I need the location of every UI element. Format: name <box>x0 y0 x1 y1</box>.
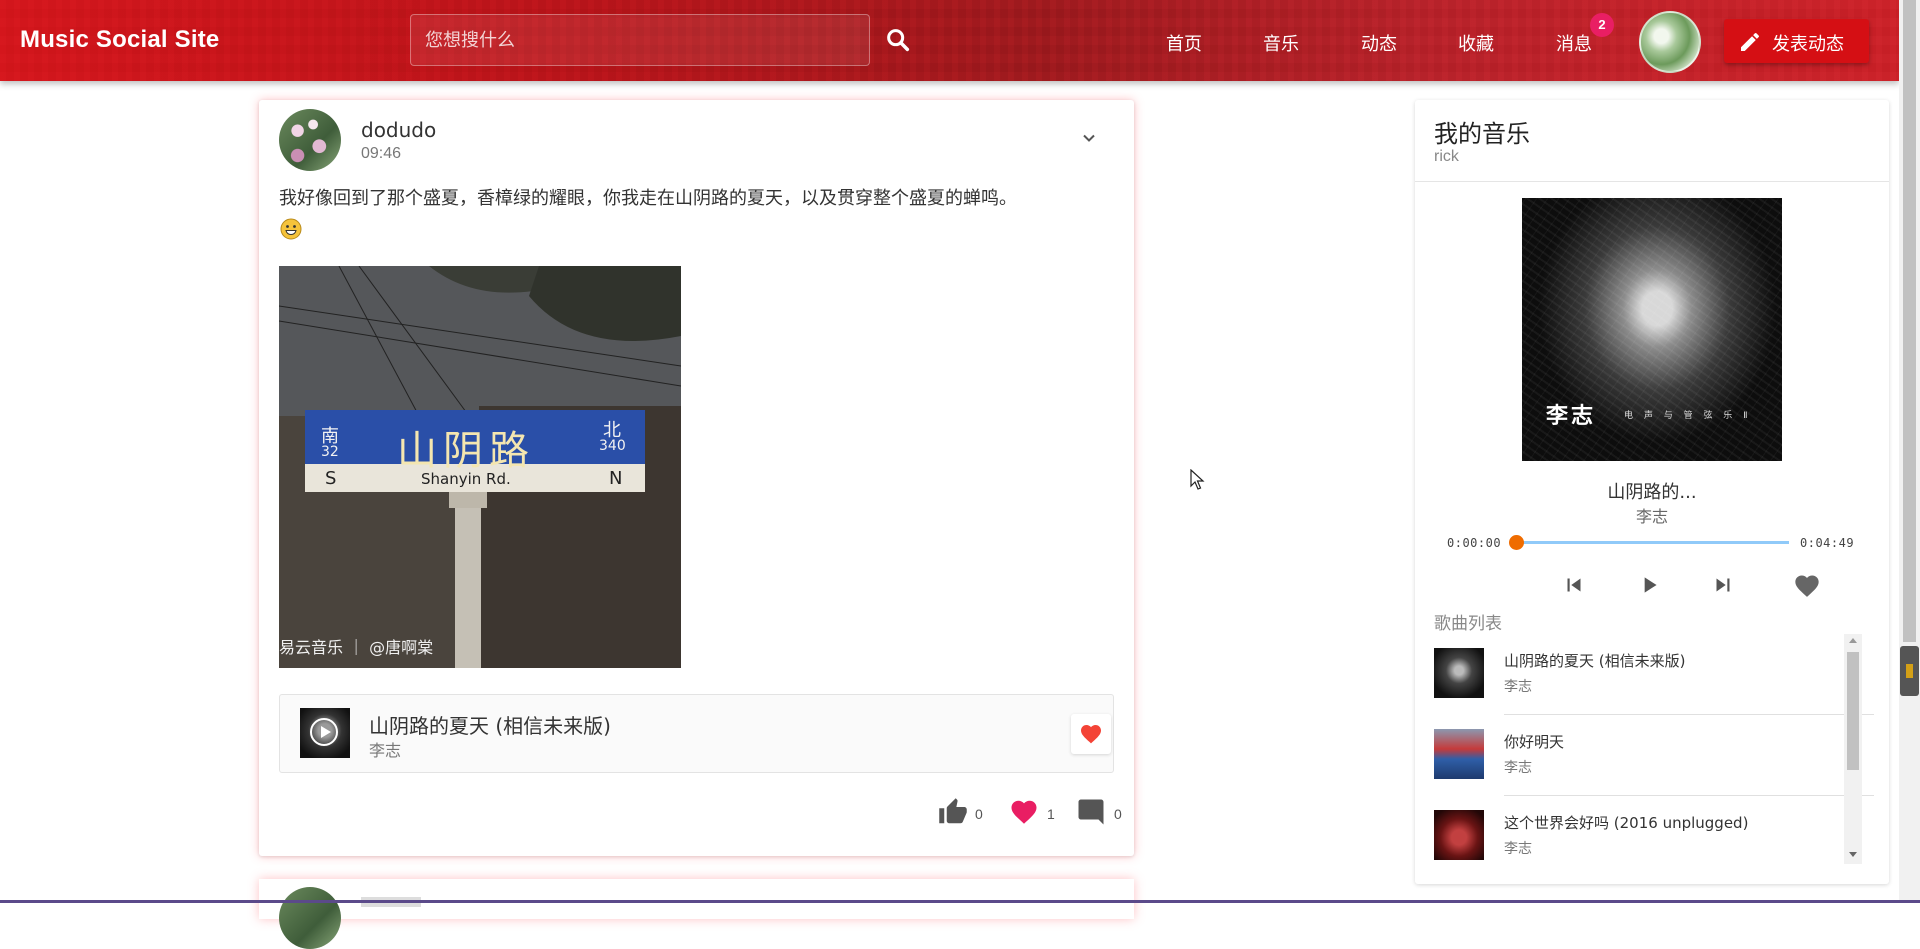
app-header: Music Social Site 首页 音乐 动态 收藏 消息 2 发表动态 <box>0 0 1899 81</box>
post-timestamp: 09:46 <box>361 145 402 162</box>
sign-n-letter: N <box>609 468 623 489</box>
heart-icon <box>1011 800 1037 824</box>
song-list-artist: 李志 <box>1504 760 1532 776</box>
search-icon <box>887 29 910 52</box>
publish-post-button[interactable]: 发表动态 <box>1724 19 1869 63</box>
search-box <box>410 14 870 66</box>
post-author-avatar[interactable] <box>279 109 341 171</box>
message-count-badge: 2 <box>1590 13 1614 37</box>
nav-messages[interactable]: 消息 <box>1556 30 1592 56</box>
comment-icon <box>1078 799 1104 825</box>
list-divider <box>1504 795 1874 796</box>
song-list-title: 你好明天 <box>1504 733 1565 751</box>
music-panel-divider <box>1415 181 1889 182</box>
total-time: 0:04:49 <box>1800 536 1855 550</box>
previous-track-button[interactable] <box>1561 572 1587 603</box>
sign-north-number: 340 <box>599 438 626 454</box>
song-list-title: 山阴路的夏天 (相信未来版) <box>1504 652 1686 670</box>
attached-song-title[interactable]: 山阴路的夏天 (相信未来版) <box>369 710 611 739</box>
favorite-now-playing-button[interactable] <box>1793 572 1821 605</box>
nav-home[interactable]: 首页 <box>1166 30 1202 56</box>
now-playing-artist: 李志 <box>1635 507 1668 526</box>
album-cover: 李志 电 声 与 管 弦 乐 Ⅱ <box>1522 198 1782 461</box>
attached-song[interactable]: 山阴路的夏天 (相信未来版) 李志 <box>279 694 1114 773</box>
play-circle-icon <box>310 718 338 746</box>
sign-road-name: 山阴路 <box>397 428 535 474</box>
publish-label: 发表动态 <box>1772 34 1844 55</box>
grinning-face-emoji-icon <box>280 218 302 240</box>
search-button[interactable] <box>884 26 912 54</box>
heart-count: 1 <box>1047 806 1055 822</box>
music-panel-user: rick <box>1434 148 1459 165</box>
scroll-down-arrow-icon[interactable] <box>1849 852 1857 857</box>
attached-song-cover[interactable] <box>300 708 350 758</box>
nav-feed[interactable]: 动态 <box>1361 30 1397 56</box>
post-photo[interactable]: 南 32 山阴路 北 340 S Shanyin Rd. N 易云音乐 ｜ @唐… <box>279 266 681 668</box>
list-divider <box>1504 714 1874 715</box>
song-cover-thumbnail <box>1434 729 1484 779</box>
song-list-artist: 李志 <box>1504 841 1532 857</box>
floating-widget-handle[interactable] <box>1900 646 1919 696</box>
sign-south-number: 32 <box>321 444 339 460</box>
sign-s-letter: S <box>325 468 337 489</box>
photo-watermark: 易云音乐 ｜ @唐啊棠 <box>279 638 434 657</box>
song-list-label: 歌曲列表 <box>1434 614 1502 634</box>
chevron-down-icon <box>1083 134 1095 142</box>
my-music-panel: 我的音乐 rick 李志 电 声 与 管 弦 乐 Ⅱ 山阴路的... 李志 0:… <box>1415 100 1889 884</box>
music-panel-title: 我的音乐 <box>1434 120 1530 148</box>
page-scrollbar[interactable] <box>1899 0 1920 903</box>
next-post-avatar[interactable] <box>279 887 341 949</box>
favorite-song-button[interactable] <box>1071 714 1111 754</box>
song-list-scrollbar[interactable] <box>1844 634 1862 864</box>
song-list-title: 这个世界会好吗 (2016 unplugged) <box>1504 814 1749 832</box>
song-list-item[interactable]: 这个世界会好吗 (2016 unplugged) 李志 <box>1415 797 1874 870</box>
site-brand[interactable]: Music Social Site <box>20 26 219 54</box>
like-count: 0 <box>975 806 983 822</box>
song-list-item[interactable]: 你好明天 李志 <box>1415 716 1874 797</box>
progress-slider[interactable] <box>1509 535 1789 550</box>
nav-music[interactable]: 音乐 <box>1263 30 1299 56</box>
current-time: 0:00:00 <box>1447 536 1502 550</box>
heart-icon <box>1081 725 1101 744</box>
play-icon <box>1644 577 1657 593</box>
post-menu-button[interactable] <box>1079 128 1099 153</box>
post-text: 我好像回到了那个盛夏，香樟绿的耀眼，你我走在山阴路的夏天，以及贯穿整个盛夏的蝉鸣… <box>279 188 1017 209</box>
skip-next-icon <box>1716 578 1730 592</box>
skip-previous-icon <box>1567 578 1581 592</box>
now-playing-title: 山阴路的... <box>1607 482 1697 503</box>
post-author-name[interactable]: dodudo <box>361 118 436 142</box>
sign-road-romanized: Shanyin Rd. <box>421 470 511 488</box>
song-cover-thumbnail <box>1434 648 1484 698</box>
album-cover-artist: 李志 <box>1546 403 1597 429</box>
album-cover-subtitle: 电 声 与 管 弦 乐 Ⅱ <box>1624 411 1752 421</box>
search-input[interactable] <box>423 15 857 65</box>
song-list: 山阴路的夏天 (相信未来版) 李志 你好明天 李志 这个世界会好吗 (2016 … <box>1415 635 1874 870</box>
post-body: 我好像回到了那个盛夏，香樟绿的耀眼，你我走在山阴路的夏天，以及贯穿整个盛夏的蝉鸣… <box>279 184 1119 244</box>
next-post-card <box>259 879 1134 949</box>
nav-favorites[interactable]: 收藏 <box>1458 30 1494 56</box>
song-cover-thumbnail <box>1434 810 1484 860</box>
thumbs-up-icon <box>939 798 967 824</box>
comment-count: 0 <box>1114 806 1122 822</box>
mouse-cursor-icon <box>1190 469 1205 490</box>
heart-icon <box>1795 575 1819 597</box>
attached-song-artist: 李志 <box>369 741 402 760</box>
user-avatar[interactable] <box>1639 11 1701 73</box>
post-card: dodudo 09:46 我好像回到了那个盛夏，香樟绿的耀眼，你我走在山阴路的夏… <box>259 100 1134 856</box>
song-list-scroll-thumb[interactable] <box>1847 652 1859 770</box>
song-list-artist: 李志 <box>1504 679 1532 695</box>
header-background-texture <box>0 0 1899 81</box>
song-list-item[interactable]: 山阴路的夏天 (相信未来版) 李志 <box>1415 635 1874 716</box>
pencil-icon <box>1741 32 1760 51</box>
progress-handle[interactable] <box>1509 535 1524 550</box>
page-scroll-thumb[interactable] <box>1903 0 1916 642</box>
next-track-button[interactable] <box>1710 572 1736 603</box>
play-button[interactable] <box>1636 572 1662 603</box>
scroll-up-arrow-icon[interactable] <box>1849 638 1857 643</box>
